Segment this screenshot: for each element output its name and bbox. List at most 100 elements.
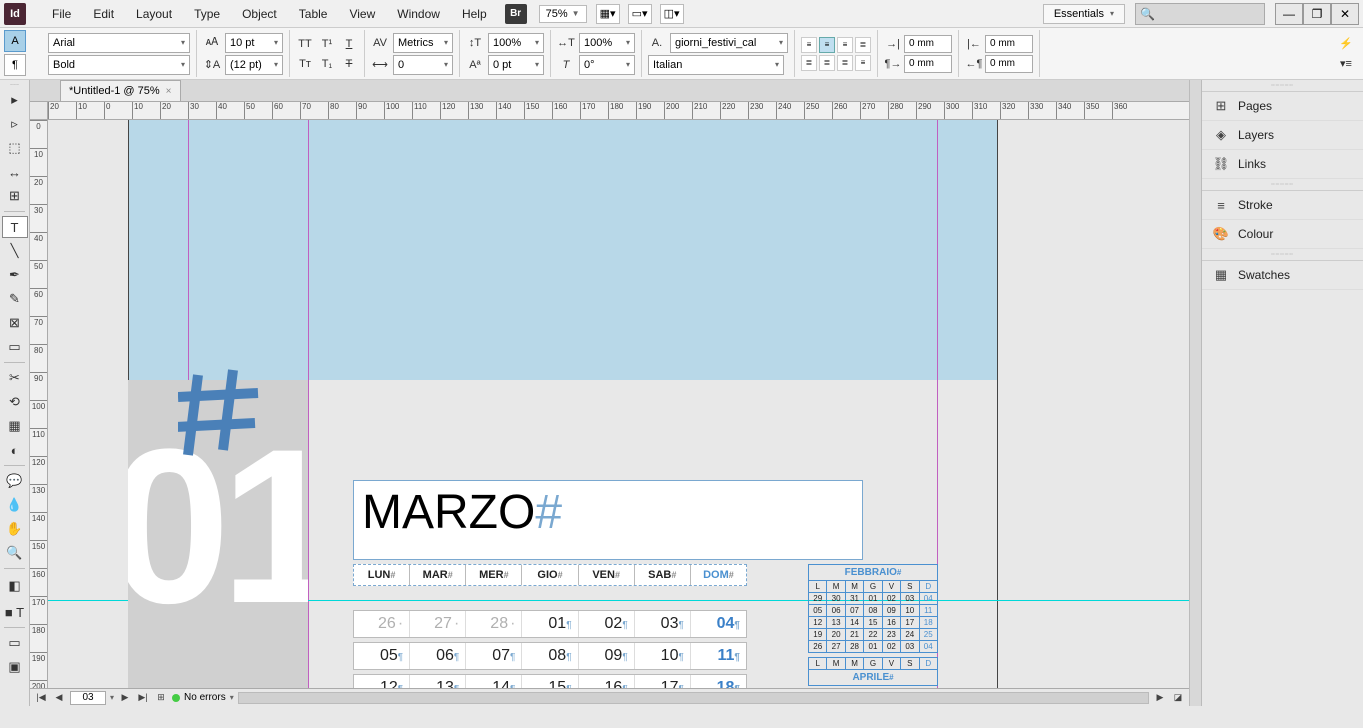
selection-tool[interactable]: ▸ (2, 89, 28, 111)
indent-last-input[interactable]: 0 mm (985, 55, 1033, 73)
panel-stroke[interactable]: ≡Stroke (1202, 191, 1363, 220)
strikethrough-icon[interactable]: T (340, 55, 358, 73)
month-title-frame[interactable]: MARZO# (353, 480, 863, 560)
hash-graphic[interactable] (178, 365, 288, 475)
view-options-icon[interactable]: ▦▾ (596, 4, 620, 24)
justify-right-button[interactable]: ≣ (819, 55, 835, 71)
tracking-dropdown[interactable]: 0▾ (393, 55, 453, 75)
rectangle-frame-tool[interactable]: ⊠ (2, 312, 28, 334)
hand-tool[interactable]: ✋ (2, 518, 28, 540)
quick-apply-icon[interactable]: ⚡ (1337, 35, 1355, 53)
fill-stroke-swap[interactable]: ◧ (2, 573, 28, 599)
menu-window[interactable]: Window (387, 3, 450, 25)
leading-dropdown[interactable]: (12 pt)▾ (225, 55, 283, 75)
hscale-dropdown[interactable]: 100%▾ (579, 33, 635, 53)
gradient-feather-tool[interactable]: ◐ (2, 439, 28, 461)
panel-pages[interactable]: ⊞Pages (1202, 92, 1363, 121)
search-input[interactable]: 🔍 (1135, 3, 1265, 25)
scissors-tool[interactable]: ✂ (2, 367, 28, 389)
mini-calendar-prev[interactable]: FEBBRAIO# LMMGVSD 2930310102030405060708… (808, 564, 938, 686)
zoom-level[interactable]: 75% ▼ (539, 5, 587, 23)
bridge-icon[interactable]: Br (505, 4, 527, 24)
view-mode-preview[interactable]: ▣ (2, 656, 28, 678)
indent-first-input[interactable]: 0 mm (904, 55, 952, 73)
smallcaps-icon[interactable]: Tᴛ (296, 55, 314, 73)
screen-mode-icon[interactable]: ▭▾ (628, 4, 652, 24)
indent-right-input[interactable]: 0 mm (985, 35, 1033, 53)
canvas[interactable]: 018 MARZO# LUN#MAR#MER#GIO#VEN#SAB# (48, 120, 1189, 688)
panel-links[interactable]: ⛓Links (1202, 150, 1363, 179)
line-tool[interactable]: ╲ (2, 240, 28, 262)
rectangle-tool[interactable]: ▭ (2, 336, 28, 358)
vertical-ruler[interactable]: 0102030405060708090100110120130140150160… (30, 120, 48, 688)
preflight-status-icon[interactable] (172, 694, 180, 702)
zoom-tool[interactable]: 🔍 (2, 542, 28, 564)
panel-collapse-grip[interactable] (1190, 80, 1202, 706)
view-mode-normal[interactable]: ▭ (2, 632, 28, 654)
arrange-icon[interactable]: ◫▾ (660, 4, 684, 24)
next-page-button[interactable]: ▶ (118, 691, 132, 705)
menu-file[interactable]: File (42, 3, 81, 25)
panel-swatches[interactable]: ▦Swatches (1202, 261, 1363, 290)
gap-tool[interactable]: ↔ (2, 161, 28, 183)
free-transform-tool[interactable]: ⟲ (2, 391, 28, 413)
paragraph-mode-button[interactable]: ¶ (4, 54, 26, 76)
indent-left-input[interactable]: 0 mm (904, 35, 952, 53)
panel-colour[interactable]: 🎨Colour (1202, 220, 1363, 249)
ruler-origin[interactable] (30, 102, 48, 120)
content-collector-tool[interactable]: ⊞ (2, 185, 28, 207)
kerning-dropdown[interactable]: Metrics▾ (393, 33, 453, 53)
type-tool[interactable]: T (2, 216, 28, 238)
pencil-tool[interactable]: ✎ (2, 288, 28, 310)
direct-selection-tool[interactable]: ▹ (2, 113, 28, 135)
font-size-dropdown[interactable]: 10 pt▾ (225, 33, 283, 53)
align-spine-button[interactable]: ≡ (855, 55, 871, 71)
workspace-switcher[interactable]: Essentials ▾ (1043, 4, 1125, 24)
panel-layers[interactable]: ◈Layers (1202, 121, 1363, 150)
eyedropper-tool[interactable]: 💧 (2, 494, 28, 516)
justify-center-button[interactable]: ≣ (801, 55, 817, 71)
close-button[interactable]: ✕ (1331, 3, 1359, 25)
page-tool[interactable]: ⬚ (2, 137, 28, 159)
font-style-dropdown[interactable]: Bold▾ (48, 55, 190, 75)
calendar-row[interactable]: 26272801¶02¶03¶04¶ (353, 610, 747, 638)
open-button[interactable]: ⊞ (154, 691, 168, 705)
allcaps-icon[interactable]: TT (296, 35, 314, 53)
menu-type[interactable]: Type (184, 3, 230, 25)
first-page-button[interactable]: |◀ (34, 691, 48, 705)
horizontal-scrollbar[interactable] (238, 692, 1149, 704)
gradient-swatch-tool[interactable]: ▦ (2, 415, 28, 437)
pen-tool[interactable]: ✒ (2, 264, 28, 286)
language-dropdown[interactable]: Italian▾ (648, 55, 784, 75)
panel-menu-icon[interactable]: ▾≡ (1337, 55, 1355, 73)
close-icon[interactable]: × (166, 86, 172, 97)
font-family-dropdown[interactable]: Arial▾ (48, 33, 190, 53)
align-left-button[interactable]: ≡ (801, 37, 817, 53)
menu-help[interactable]: Help (452, 3, 497, 25)
last-page-button[interactable]: ▶| (136, 691, 150, 705)
skew-input[interactable]: 0°▾ (579, 55, 635, 75)
page-number-input[interactable] (70, 691, 106, 705)
subscript-icon[interactable]: T₁ (318, 55, 336, 73)
prev-page-button[interactable]: ◀ (52, 691, 66, 705)
weekday-header[interactable]: LUN#MAR#MER#GIO#VEN#SAB#DOM# (353, 564, 747, 586)
menu-table[interactable]: Table (289, 3, 338, 25)
apply-color[interactable]: ■ T (2, 601, 28, 623)
justify-all-button[interactable]: ≣ (837, 55, 853, 71)
calendar-row[interactable]: 12¶13¶14¶15¶16¶17¶18¶ (353, 674, 747, 688)
panel-gripper[interactable]: ┈┈┈┈┈ (1202, 249, 1363, 261)
image-frame[interactable] (128, 120, 998, 380)
menu-view[interactable]: View (339, 3, 385, 25)
note-tool[interactable]: 💬 (2, 470, 28, 492)
panel-gripper[interactable]: ┈┈┈┈┈ (1202, 179, 1363, 191)
horizontal-ruler[interactable]: 2010010203040506070809010011012013014015… (48, 102, 1189, 120)
align-right-button[interactable]: ≡ (837, 37, 853, 53)
align-center-button[interactable]: ≡ (819, 37, 835, 53)
baseline-input[interactable]: 0 pt▾ (488, 55, 544, 75)
superscript-icon[interactable]: T¹ (318, 35, 336, 53)
menu-object[interactable]: Object (232, 3, 287, 25)
minimize-button[interactable]: — (1275, 3, 1303, 25)
panel-gripper[interactable]: ┈┈┈┈┈ (1202, 80, 1363, 92)
calendar-row[interactable]: 05¶06¶07¶08¶09¶10¶11¶ (353, 642, 747, 670)
character-mode-button[interactable]: A (4, 30, 26, 52)
